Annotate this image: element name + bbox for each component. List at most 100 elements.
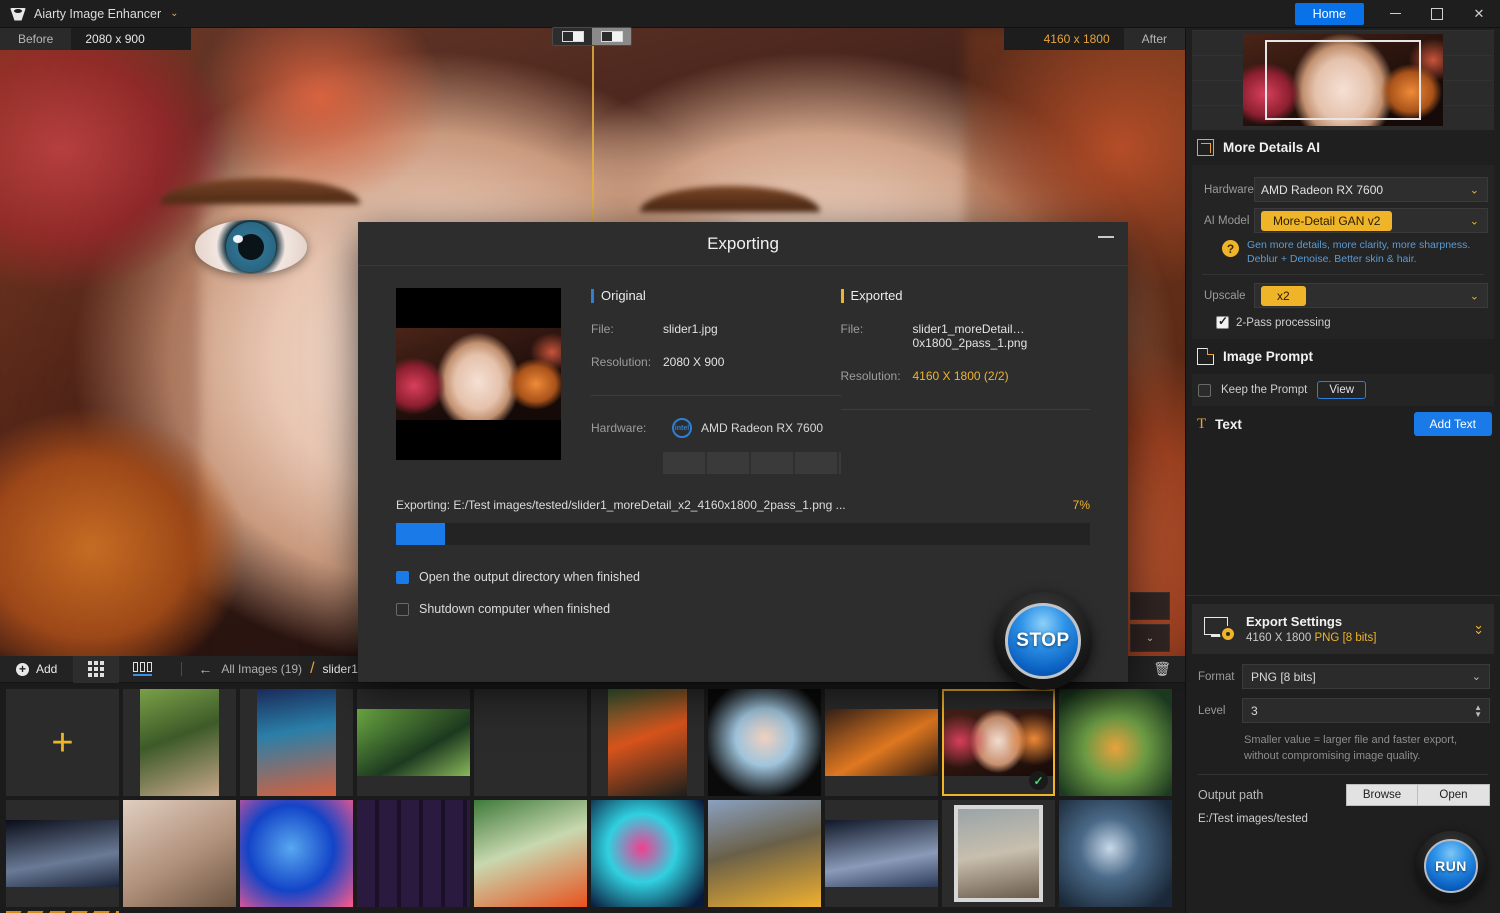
chevron-down-icon[interactable]: ⌄ (170, 8, 178, 19)
two-pass-row[interactable]: 2-Pass processing (1198, 316, 1488, 329)
thumbnail-astronaut-falling[interactable] (1059, 800, 1172, 907)
obscured-field[interactable] (1130, 592, 1170, 620)
right-settings-panel: More Details AI Hardware AMD Radeon RX 7… (1185, 28, 1500, 913)
delete-icon[interactable]: 🗑 (1153, 661, 1171, 678)
thumbnail-vintage-beach-photo[interactable] (942, 800, 1055, 907)
chevron-down-icon: ⌄ (1472, 670, 1481, 683)
panel-divider (1202, 274, 1484, 275)
chevron-double-down-icon[interactable]: ⌄⌄ (1473, 624, 1484, 634)
thumbnail-crystal-flower[interactable] (708, 689, 821, 796)
stepper-arrows-icon[interactable]: ▲▼ (1474, 704, 1482, 718)
dialog-header: Exporting (358, 222, 1128, 266)
export-settings-body: Format PNG [8 bits] ⌄ Level 3 ▲▼ Smaller… (1186, 654, 1500, 825)
maximize-button[interactable] (1416, 0, 1458, 28)
exported-resolution-label: Resolution: (841, 369, 913, 383)
thumbnail-elder-man-portrait[interactable] (825, 689, 938, 796)
thumbnail-terrarium-jar[interactable] (1059, 689, 1172, 796)
filmstrip-view-button[interactable] (119, 656, 165, 683)
upscale-row: Upscale x2 ⌄ (1198, 283, 1488, 308)
thumbnail-blonde-woman-rose[interactable] (123, 800, 236, 907)
exported-accent-bar (841, 289, 844, 303)
shutdown-checkbox[interactable] (396, 603, 409, 616)
exported-resolution-row: Resolution: 4160 X 1800 (2/2) (841, 369, 1091, 383)
hardware-value: AMD Radeon RX 7600 (1261, 183, 1383, 197)
panel-preview-thumbnail (1192, 30, 1494, 130)
thumbnail-blank-tile-a[interactable] (474, 689, 587, 796)
thumbnail-girl-frog-portrait[interactable] (123, 689, 236, 796)
run-button-label: RUN (1424, 839, 1478, 893)
export-settings-header[interactable]: Export Settings 4160 X 1800 PNG [8 bits]… (1192, 604, 1494, 654)
add-image-tile[interactable]: + (6, 689, 119, 796)
ai-model-select[interactable]: More-Detail GAN v2 ⌄ (1254, 208, 1488, 233)
dialog-body: Original File: slider1.jpg Resolution: 2… (358, 266, 1128, 474)
breadcrumb-all-images[interactable]: All Images (19) (221, 662, 302, 676)
stop-button[interactable]: STOP (994, 592, 1092, 690)
exporting-dialog: Exporting Original File: slider1.jpg Res… (358, 222, 1128, 682)
obscured-control-group[interactable]: ⌄ (1130, 592, 1170, 656)
open-folder-button[interactable]: Open (1418, 784, 1490, 806)
add-images-button[interactable]: + Add (0, 656, 73, 683)
thumbnail-toucan-bird[interactable] (591, 689, 704, 796)
side-by-side-view-button[interactable] (592, 28, 631, 45)
run-button[interactable]: RUN (1416, 831, 1486, 901)
model-note-line-2: Deblur + Denoise. Better skin & hair. (1247, 253, 1417, 265)
export-divider (1198, 774, 1488, 775)
breadcrumb-separator: / (310, 660, 314, 678)
original-resolution-value: 2080 X 900 (663, 355, 724, 369)
home-button[interactable]: Home (1295, 3, 1364, 25)
details-ai-icon (1197, 139, 1214, 156)
text-tool-icon: T (1197, 416, 1206, 433)
app-logo-icon (10, 6, 26, 22)
more-details-ai-title: More Details AI (1223, 140, 1320, 155)
plus-circle-icon: + (16, 663, 29, 676)
thumbnail-jungle-river[interactable] (357, 689, 470, 796)
split-view-button[interactable] (553, 28, 592, 45)
image-prompt-title: Image Prompt (1223, 349, 1313, 364)
two-pass-checkbox[interactable] (1216, 316, 1229, 329)
grid-view-button[interactable] (73, 656, 119, 683)
output-path-label: Output path (1198, 788, 1263, 802)
open-output-dir-checkbox[interactable] (396, 571, 409, 584)
view-prompt-button[interactable]: View (1317, 381, 1366, 399)
level-stepper[interactable]: 3 ▲▼ (1242, 698, 1490, 723)
dialog-title: Exporting (707, 234, 779, 254)
export-summary-bits: [8 bits] (1343, 632, 1377, 644)
export-summary-format: PNG (1314, 632, 1339, 644)
exported-divider (841, 409, 1091, 410)
keep-prompt-checkbox[interactable] (1198, 384, 1211, 397)
browse-button[interactable]: Browse (1346, 784, 1418, 806)
original-resolution-label: Resolution: (591, 355, 663, 369)
close-button[interactable]: ✕ (1458, 0, 1500, 28)
thumbnail-glowing-mushrooms[interactable] (591, 800, 704, 907)
minimize-button[interactable] (1374, 0, 1416, 28)
export-settings-icon (1204, 617, 1234, 641)
level-row: Level 3 ▲▼ (1198, 698, 1490, 723)
format-select[interactable]: PNG [8 bits] ⌄ (1242, 664, 1490, 689)
progress-status-line: Exporting: E:/Test images/tested/slider1… (396, 498, 1090, 512)
obscured-dropdown[interactable]: ⌄ (1130, 624, 1170, 652)
exported-heading: Exported (841, 288, 1091, 303)
help-icon[interactable]: ? (1222, 240, 1239, 257)
hardware-select[interactable]: AMD Radeon RX 7600 ⌄ (1254, 177, 1488, 202)
thumbnail-fantasy-headdress-girl[interactable] (240, 689, 353, 796)
thumbnail-greenhouse-lounge[interactable] (474, 800, 587, 907)
add-text-button[interactable]: Add Text (1414, 412, 1492, 436)
model-note-line-1: Gen more details, more clarity, more sha… (1247, 239, 1470, 251)
thumbnail-grid[interactable]: + ✓ (0, 683, 1185, 913)
back-arrow-icon[interactable]: ← (198, 661, 212, 677)
thumbnail-snow-mountain-night[interactable] (825, 800, 938, 907)
level-label: Level (1198, 705, 1242, 717)
hardware-row-dialog: Hardware: intel AMD Radeon RX 7600 (591, 418, 841, 438)
thumbnail-blue-perfume-bottle[interactable] (240, 800, 353, 907)
dialog-minimize-button[interactable] (1098, 236, 1114, 238)
upscale-select[interactable]: x2 ⌄ (1254, 283, 1488, 308)
thumbnail-steampunk-wagon[interactable] (708, 800, 821, 907)
thumbnail-redhead-flowers-selected[interactable]: ✓ (942, 689, 1055, 796)
export-settings-title: Export Settings (1246, 614, 1376, 629)
open-output-dir-row[interactable]: Open the output directory when finished (396, 570, 1128, 584)
thumbnail-fantasy-game-icons[interactable] (357, 800, 470, 907)
title-bar: Aiarty Image Enhancer ⌄ Home ✕ (0, 0, 1500, 28)
view-mode-toggle[interactable] (552, 27, 632, 46)
two-pass-label: 2-Pass processing (1236, 317, 1331, 329)
thumbnail-mountains-night[interactable] (6, 800, 119, 907)
